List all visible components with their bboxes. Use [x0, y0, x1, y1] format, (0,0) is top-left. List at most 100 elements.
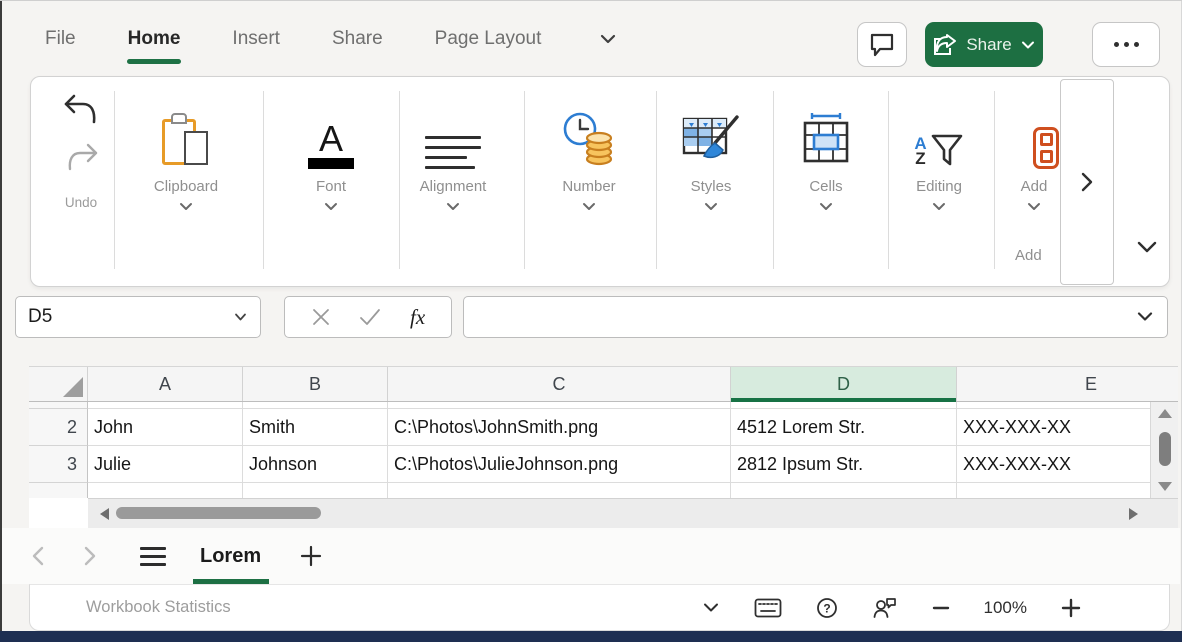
scroll-left-arrow[interactable]: [100, 508, 109, 520]
ribbon-separator: [114, 91, 115, 269]
ribbon-separator: [263, 91, 264, 269]
sheet-tab-bar: Lorem: [2, 528, 1180, 584]
number-format-icon: [539, 91, 639, 169]
cell[interactable]: [88, 483, 243, 498]
cell-e3[interactable]: XXX-XXX-XX: [957, 446, 1178, 483]
scroll-right-arrow[interactable]: [1129, 508, 1138, 520]
previous-sheet-button[interactable]: [30, 545, 46, 567]
column-header-b[interactable]: B: [243, 367, 388, 401]
feedback-person-icon[interactable]: [872, 596, 898, 620]
chevron-down-icon: [281, 202, 381, 216]
ribbon-separator: [399, 91, 400, 269]
menu-tab-home[interactable]: Home: [128, 28, 181, 50]
spreadsheet-grid: A B C D E 2 John Smith C:\Photos\JohnSmi…: [29, 366, 1178, 528]
cell[interactable]: [243, 402, 388, 409]
scroll-up-arrow[interactable]: [1158, 409, 1172, 418]
group-label: Clipboard: [136, 178, 236, 195]
cell[interactable]: [957, 483, 1178, 498]
row-2: 2 John Smith C:\Photos\JohnSmith.png 451…: [29, 409, 1178, 446]
sheet-list-menu-button[interactable]: [140, 542, 166, 571]
menu-tab-page-layout[interactable]: Page Layout: [435, 28, 542, 50]
cell-a2[interactable]: John: [88, 409, 243, 446]
group-label: Cells: [776, 178, 876, 195]
select-all-button[interactable]: [29, 367, 88, 401]
ribbon-group-alignment[interactable]: Alignment: [403, 91, 503, 216]
help-icon[interactable]: ?: [816, 597, 838, 619]
chevron-down-icon: [403, 202, 503, 216]
share-button[interactable]: Share: [925, 22, 1043, 67]
cell-c2[interactable]: C:\Photos\JohnSmith.png: [388, 409, 731, 446]
more-options-button[interactable]: [1092, 22, 1160, 67]
ribbon-separator: [524, 91, 525, 269]
menu-overflow-chevron-icon[interactable]: [597, 28, 619, 50]
horizontal-scrollbar-thumb[interactable]: [116, 507, 321, 519]
vertical-scrollbar[interactable]: [1150, 402, 1178, 498]
vertical-scrollbar-thumb[interactable]: [1159, 432, 1171, 466]
undo-group-label: Undo: [49, 195, 113, 210]
column-header-c[interactable]: C: [388, 367, 731, 401]
ribbon-group-font[interactable]: A Font: [281, 91, 381, 216]
cell[interactable]: [731, 402, 957, 409]
ribbon-group-cells[interactable]: Cells: [776, 91, 876, 216]
ribbon-group-add-ins[interactable]: Add: [1009, 91, 1059, 216]
insert-function-button[interactable]: fx: [410, 305, 425, 330]
cell[interactable]: [388, 483, 731, 498]
menu-tab-share[interactable]: Share: [332, 28, 383, 50]
keyboard-icon[interactable]: [754, 598, 782, 618]
ribbon-group-number[interactable]: Number: [539, 91, 639, 216]
cell-e2[interactable]: XXX-XXX-XX: [957, 409, 1178, 446]
workbook-statistics-button[interactable]: Workbook Statistics: [86, 598, 231, 617]
cell-c3[interactable]: C:\Photos\JulieJohnson.png: [388, 446, 731, 483]
horizontal-scrollbar[interactable]: [88, 498, 1178, 528]
column-header-a[interactable]: A: [88, 367, 243, 401]
row-header[interactable]: [29, 483, 88, 498]
zoom-level[interactable]: 100%: [984, 598, 1027, 618]
excel-window: File Home Insert Share Page Layout Share: [0, 0, 1182, 642]
name-box-chevron-icon[interactable]: [233, 311, 248, 323]
ribbon-group-editing[interactable]: AZ Editing: [889, 91, 989, 216]
share-chevron-icon: [1020, 37, 1036, 53]
cell-d3[interactable]: 2812 Ipsum Str.: [731, 446, 957, 483]
cell-b2[interactable]: Smith: [243, 409, 388, 446]
row-header[interactable]: [29, 402, 88, 409]
cell-a3[interactable]: Julie: [88, 446, 243, 483]
cell-d2[interactable]: 4512 Lorem Str.: [731, 409, 957, 446]
expand-formula-bar-icon[interactable]: [1135, 309, 1155, 325]
zoom-out-button[interactable]: [932, 605, 950, 611]
cancel-icon[interactable]: [311, 307, 331, 327]
ribbon-group-styles[interactable]: Styles: [661, 91, 761, 216]
collapse-ribbon-button[interactable]: [1133, 237, 1161, 259]
chevron-down-icon: [136, 202, 236, 216]
cell[interactable]: [388, 402, 731, 409]
zoom-in-button[interactable]: [1061, 598, 1081, 618]
ribbon-group-clipboard[interactable]: Clipboard: [136, 91, 236, 216]
chevron-down-icon: [776, 202, 876, 216]
cell[interactable]: [243, 483, 388, 498]
cell[interactable]: [957, 402, 1178, 409]
ribbon-scroll-right-button[interactable]: [1060, 79, 1114, 285]
comments-button[interactable]: [857, 22, 907, 67]
status-chevron-icon[interactable]: [702, 601, 720, 615]
add-sheet-button[interactable]: [299, 544, 323, 568]
column-header-e[interactable]: E: [957, 367, 1178, 401]
comment-icon: [869, 32, 895, 57]
menu-tab-insert[interactable]: Insert: [232, 28, 280, 50]
undo-button[interactable]: [49, 93, 113, 127]
next-sheet-button[interactable]: [82, 545, 98, 567]
menu-tab-file[interactable]: File: [45, 28, 76, 50]
name-box[interactable]: D5: [15, 296, 261, 338]
group-label: Font: [281, 178, 381, 195]
window-left-border: [0, 1, 2, 642]
column-header-d-selected[interactable]: D: [731, 367, 957, 401]
enter-check-icon[interactable]: [358, 307, 382, 327]
scroll-down-arrow[interactable]: [1158, 482, 1172, 491]
cell[interactable]: [88, 402, 243, 409]
status-bar-controls: ? 100%: [702, 596, 1169, 620]
row-header-3[interactable]: 3: [29, 446, 88, 483]
cell[interactable]: [731, 483, 957, 498]
redo-button[interactable]: [49, 143, 113, 173]
sheet-tab-lorem[interactable]: Lorem: [196, 545, 265, 568]
formula-bar-input[interactable]: [463, 296, 1168, 338]
row-header-2[interactable]: 2: [29, 409, 88, 446]
cell-b3[interactable]: Johnson: [243, 446, 388, 483]
